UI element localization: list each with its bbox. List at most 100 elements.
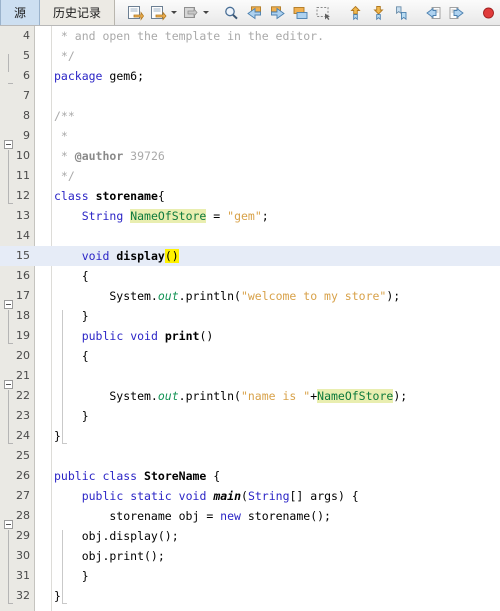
code-line[interactable]: 15 void display() <box>0 246 500 266</box>
code-line-text[interactable]: } <box>53 306 500 326</box>
code-line-text[interactable]: System.out.println("welcome to my store"… <box>53 286 500 306</box>
code-line[interactable]: 13 String NameOfStore = "gem"; <box>16 206 500 226</box>
code-line[interactable]: 4 * and open the template in the editor. <box>23 26 500 46</box>
code-line-text[interactable]: public static void main(String[] args) { <box>53 486 500 506</box>
line-number[interactable]: 15 <box>0 246 30 266</box>
code-line-text[interactable]: } <box>53 566 500 586</box>
line-number[interactable]: 25 <box>0 446 30 466</box>
line-number[interactable]: 20 <box>0 346 30 366</box>
code-line-text[interactable]: * @author 39726 <box>53 146 500 166</box>
line-number[interactable]: 13 <box>0 206 30 226</box>
code-line-text[interactable]: public void print() <box>53 326 500 346</box>
line-number[interactable]: 4 <box>0 26 30 46</box>
shift-right-icon[interactable] <box>446 2 467 23</box>
code-line-text[interactable]: } <box>53 406 500 426</box>
code-line[interactable]: 29 obj.display(); <box>16 526 500 546</box>
code-line-text[interactable]: * <box>53 126 500 146</box>
code-line-text[interactable]: System.out.println("name is "+NameOfStor… <box>53 386 500 406</box>
line-number[interactable]: 8 <box>0 106 30 126</box>
code-line[interactable]: 16 { <box>16 266 500 286</box>
code-line[interactable]: 12 class storename{ <box>16 186 500 206</box>
toggle-rectangular-selection-icon[interactable] <box>313 2 334 23</box>
code-line-text[interactable]: obj.display(); <box>53 526 500 546</box>
find-next-icon[interactable] <box>267 2 288 23</box>
forward-icon[interactable] <box>180 2 201 23</box>
tab-history[interactable]: 历史记录 <box>40 0 116 25</box>
last-edit-icon[interactable] <box>125 2 146 23</box>
line-number[interactable]: 12 <box>0 186 30 206</box>
code-line[interactable]: 24} <box>16 426 500 446</box>
code-line-text[interactable]: class storename{ <box>53 186 500 206</box>
code-line[interactable]: 18 } <box>16 306 500 326</box>
line-number[interactable]: 11 <box>0 166 30 186</box>
code-line-text[interactable] <box>53 446 500 466</box>
code-line[interactable]: 5 */ <box>23 46 500 66</box>
line-number[interactable]: 24 <box>0 426 30 446</box>
code-line-text[interactable]: * and open the template in the editor. <box>53 26 500 46</box>
code-line[interactable]: 6 package gem6; <box>23 66 500 86</box>
code-line[interactable]: 10 * @author 39726 <box>16 146 500 166</box>
code-line[interactable]: 30 obj.print(); <box>16 546 500 566</box>
code-line[interactable]: 17 System.out.println("welcome to my sto… <box>16 286 500 306</box>
code-line[interactable]: 28 storename obj = new storename(); <box>16 506 500 526</box>
code-line-text[interactable] <box>53 226 500 246</box>
code-line-text[interactable]: { <box>53 266 500 286</box>
line-number[interactable]: 7 <box>0 86 30 106</box>
back-dropdown-arrow[interactable] <box>170 2 177 23</box>
code-line-text[interactable]: public class StoreName { <box>53 466 500 486</box>
code-line-text[interactable]: obj.print(); <box>53 546 500 566</box>
line-number[interactable]: 29 <box>0 526 30 546</box>
line-number[interactable]: 31 <box>0 566 30 586</box>
code-editor[interactable]: 4 * and open the template in the editor.… <box>0 26 500 611</box>
code-line[interactable]: 26 public class StoreName { <box>16 466 500 486</box>
code-line-text[interactable]: storename obj = new storename(); <box>53 506 500 526</box>
code-line-text[interactable]: /** <box>53 106 500 126</box>
code-line-text[interactable] <box>53 366 500 386</box>
code-line[interactable]: 9 * <box>23 126 500 146</box>
line-number[interactable]: 27 <box>0 486 30 506</box>
toggle-bookmark-icon[interactable] <box>391 2 412 23</box>
find-selection-icon[interactable] <box>221 2 242 23</box>
line-number[interactable]: 6 <box>0 66 30 86</box>
code-line-text[interactable]: } <box>53 586 500 606</box>
next-bookmark-icon[interactable] <box>368 2 389 23</box>
code-line[interactable]: 32} <box>16 586 500 606</box>
fold-toggle-line-8[interactable] <box>4 140 13 149</box>
code-line-text[interactable] <box>53 86 500 106</box>
line-number[interactable]: 16 <box>0 266 30 286</box>
code-line[interactable]: 19 public void print() <box>16 326 500 346</box>
line-number[interactable]: 32 <box>0 586 30 606</box>
tab-source[interactable]: 源 <box>0 0 41 25</box>
line-number[interactable]: 5 <box>0 46 30 66</box>
code-line[interactable]: 20 { <box>16 346 500 366</box>
code-line-text[interactable]: } <box>53 426 500 446</box>
code-line-text[interactable]: void display() <box>53 246 500 266</box>
code-line-text[interactable]: String NameOfStore = "gem"; <box>53 206 500 226</box>
code-line[interactable]: 27 public static void main(String[] args… <box>16 486 500 506</box>
line-number[interactable]: 30 <box>0 546 30 566</box>
code-line[interactable]: 25 <box>16 446 500 466</box>
line-number[interactable]: 22 <box>0 386 30 406</box>
code-line[interactable]: 11 */ <box>16 166 500 186</box>
toggle-highlight-icon[interactable] <box>290 2 311 23</box>
previous-bookmark-icon[interactable] <box>345 2 366 23</box>
back-icon[interactable] <box>148 2 169 23</box>
line-number[interactable]: 19 <box>0 326 30 346</box>
line-number[interactable]: 23 <box>0 406 30 426</box>
fold-toggle-line-27[interactable] <box>4 520 13 529</box>
fold-toggle-line-16[interactable] <box>4 300 13 309</box>
code-line-text[interactable]: package gem6; <box>53 66 500 86</box>
code-line[interactable]: 23 } <box>16 406 500 426</box>
code-line[interactable]: 21 <box>16 366 500 386</box>
shift-left-icon[interactable] <box>423 2 444 23</box>
code-line[interactable]: 22 System.out.println("name is "+NameOfS… <box>16 386 500 406</box>
code-folding-gutter[interactable] <box>36 26 52 611</box>
code-line[interactable]: 7 <box>23 86 500 106</box>
code-line[interactable]: 8/** <box>23 106 500 126</box>
forward-dropdown-arrow[interactable] <box>202 2 209 23</box>
fold-toggle-line-20[interactable] <box>4 380 13 389</box>
line-number[interactable]: 26 <box>0 466 30 486</box>
line-number[interactable]: 10 <box>0 146 30 166</box>
find-previous-icon[interactable] <box>244 2 265 23</box>
code-line-text[interactable]: */ <box>53 166 500 186</box>
